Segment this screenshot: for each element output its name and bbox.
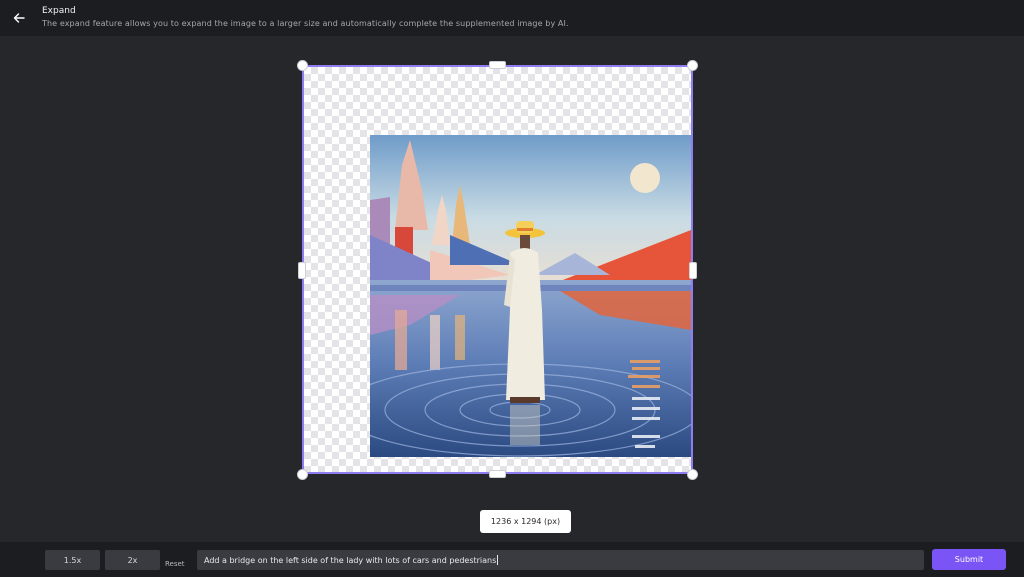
resize-handle-bottom[interactable] bbox=[489, 470, 506, 478]
scale-2x-button[interactable]: 2x bbox=[105, 550, 160, 570]
prompt-input[interactable]: Add a bridge on the left side of the lad… bbox=[197, 550, 924, 570]
page-title: Expand bbox=[42, 6, 76, 16]
source-image bbox=[370, 135, 691, 457]
canvas-size-label: 1236 x 1294 (px) bbox=[480, 510, 571, 533]
top-header: Expand The expand feature allows you to … bbox=[0, 0, 1024, 36]
text-caret bbox=[497, 555, 499, 565]
resize-handle-top-right[interactable] bbox=[687, 60, 698, 71]
resize-handle-bottom-left[interactable] bbox=[297, 469, 308, 480]
resize-handle-bottom-right[interactable] bbox=[687, 469, 698, 480]
prompt-text: Add a bridge on the left side of the lad… bbox=[204, 555, 497, 565]
submit-button[interactable]: Submit bbox=[932, 549, 1006, 570]
reset-button[interactable]: Reset bbox=[165, 560, 185, 568]
scale-1-5x-button[interactable]: 1.5x bbox=[45, 550, 100, 570]
arrow-left-icon bbox=[13, 13, 25, 23]
resize-handle-right[interactable] bbox=[689, 262, 697, 279]
back-button[interactable] bbox=[10, 9, 28, 27]
resize-handle-top[interactable] bbox=[489, 61, 506, 69]
page-description: The expand feature allows you to expand … bbox=[42, 19, 569, 28]
resize-handle-left[interactable] bbox=[298, 262, 306, 279]
header-text: Expand The expand feature allows you to … bbox=[42, 6, 569, 29]
resize-handle-top-left[interactable] bbox=[297, 60, 308, 71]
